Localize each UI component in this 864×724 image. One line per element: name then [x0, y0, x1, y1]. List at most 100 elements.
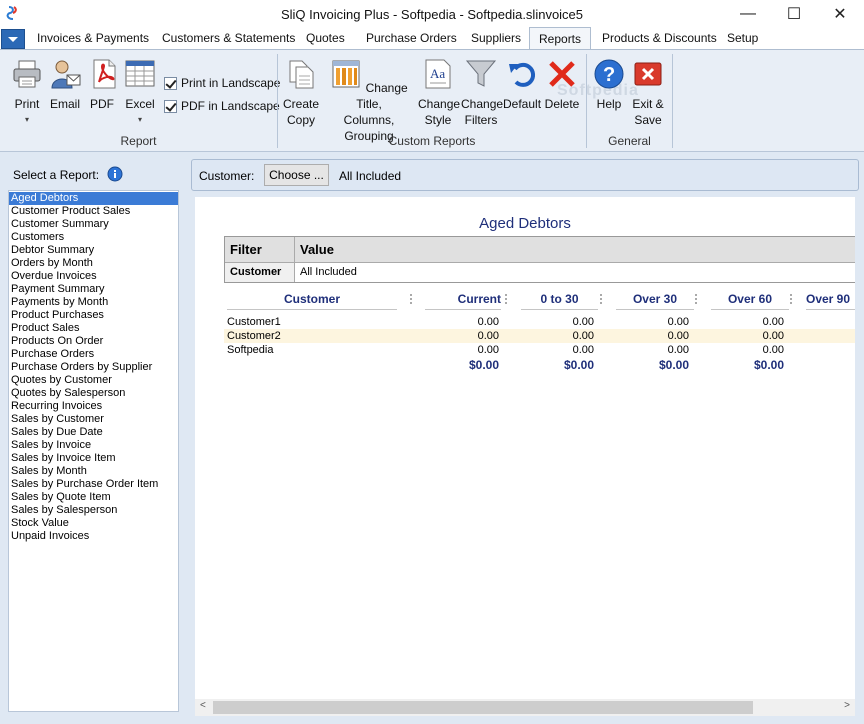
app-menu-button[interactable]	[1, 29, 25, 49]
tab-quotes[interactable]: Quotes	[306, 31, 345, 45]
scrollbar-thumb[interactable]	[213, 701, 753, 714]
help-button[interactable]: ? Help	[591, 58, 627, 112]
tab-customers-statements[interactable]: Customers & Statements	[162, 31, 295, 45]
group-divider	[672, 54, 673, 148]
change-style-button[interactable]: Aa Change Style	[418, 58, 460, 128]
report-list-item[interactable]: Debtor Summary	[9, 244, 178, 257]
pdf-landscape-checkbox[interactable]: PDF in Landscape	[164, 99, 280, 113]
report-list-item[interactable]: Unpaid Invoices	[9, 530, 178, 543]
report-preview: Aged Debtors Filter Value Customer All I…	[195, 197, 855, 699]
column-divider	[695, 294, 697, 304]
column-divider	[790, 294, 792, 304]
cell-customer: Softpedia	[227, 344, 274, 356]
tab-purchase-orders[interactable]: Purchase Orders	[366, 31, 457, 45]
customer-label: Customer:	[199, 169, 255, 183]
cell-over30: 0.00	[667, 330, 689, 342]
table-row: Customer2 0.00 0.00 0.00 0.00	[224, 329, 855, 343]
report-list-item[interactable]: Customers	[9, 231, 178, 244]
report-list-item[interactable]: Sales by Invoice Item	[9, 452, 178, 465]
horizontal-scrollbar[interactable]: < >	[195, 699, 855, 716]
default-button[interactable]: Default	[503, 58, 541, 112]
print-landscape-checkbox[interactable]: Print in Landscape	[164, 76, 280, 90]
filter-header: Filter	[225, 237, 295, 262]
print-button[interactable]: Print ▾	[10, 58, 44, 124]
ribbon: Softpedia Print ▾ Email PDF Excel ▾ Prin…	[0, 49, 864, 152]
report-list-item[interactable]: Customer Summary	[9, 218, 178, 231]
exit-save-button[interactable]: Exit & Save	[630, 58, 666, 128]
report-list-item[interactable]: Aged Debtors	[9, 192, 178, 205]
customer-filter-bar: Customer: Choose ... All Included	[191, 159, 859, 191]
filter-table-header: Filter Value	[225, 237, 855, 263]
report-list-item[interactable]: Product Purchases	[9, 309, 178, 322]
tab-products-discounts[interactable]: Products & Discounts	[602, 31, 717, 45]
column-divider	[410, 294, 412, 304]
customer-selection-value: All Included	[339, 169, 402, 183]
report-list-item[interactable]: Payments by Month	[9, 296, 178, 309]
report-list-item[interactable]: Product Sales	[9, 322, 178, 335]
report-list-item[interactable]: Sales by Purchase Order Item	[9, 478, 178, 491]
create-copy-button[interactable]: Create Copy	[283, 58, 319, 128]
tab-invoices-payments[interactable]: Invoices & Payments	[37, 31, 149, 45]
delete-label: Delete	[544, 97, 580, 111]
totals-row: $0.00 $0.00 $0.00 $0.00	[224, 358, 855, 372]
report-list-item[interactable]: Payment Summary	[9, 283, 178, 296]
scroll-right-icon[interactable]: >	[844, 700, 850, 711]
filter-name: Customer	[225, 263, 295, 282]
copy-document-icon	[289, 60, 314, 89]
report-list-item[interactable]: Overdue Invoices	[9, 270, 178, 283]
report-list-item[interactable]: Customer Product Sales	[9, 205, 178, 218]
pdf-landscape-label: PDF in Landscape	[181, 99, 280, 113]
column-header-current: Current	[425, 292, 501, 310]
change-filters-button[interactable]: Change Filters	[461, 58, 503, 128]
report-list-item[interactable]: Sales by Customer	[9, 413, 178, 426]
help-label: Help	[596, 97, 622, 111]
change-title-button[interactable]: Change Title, Columns, Grouping	[322, 58, 416, 144]
value-header: Value	[300, 242, 334, 257]
svg-text:Aa: Aa	[430, 66, 445, 81]
report-list-item[interactable]: Purchase Orders by Supplier	[9, 361, 178, 374]
scroll-left-icon[interactable]: <	[200, 700, 206, 711]
info-icon[interactable]	[107, 166, 123, 182]
select-report-label: Select a Report:	[13, 168, 100, 182]
table-row: Softpedia 0.00 0.00 0.00 0.00	[224, 343, 855, 357]
print-landscape-label: Print in Landscape	[181, 76, 281, 90]
svg-text:?: ?	[603, 64, 615, 86]
choose-customer-button[interactable]: Choose ...	[264, 164, 329, 186]
excel-label: Excel	[125, 97, 155, 111]
pdf-icon	[93, 59, 116, 89]
email-icon	[51, 60, 81, 89]
total-over-30: $0.00	[658, 358, 689, 372]
report-list-item[interactable]: Products On Order	[9, 335, 178, 348]
report-list[interactable]: Aged Debtors Customer Product Sales Custom…	[8, 190, 179, 712]
excel-button[interactable]: Excel ▾	[123, 58, 157, 124]
minimize-button[interactable]: —	[725, 0, 771, 28]
maximize-button[interactable]: ☐	[771, 0, 817, 28]
report-list-item[interactable]: Quotes by Customer	[9, 374, 178, 387]
report-list-item[interactable]: Sales by Due Date	[9, 426, 178, 439]
total-over-60: $0.00	[753, 358, 784, 372]
column-header-0-30: 0 to 30	[521, 292, 598, 310]
menu-bar: Invoices & Payments Customers & Statemen…	[0, 27, 864, 49]
report-list-item[interactable]: Recurring Invoices	[9, 400, 178, 413]
report-list-item[interactable]: Sales by Invoice	[9, 439, 178, 452]
default-label: Default	[503, 97, 542, 111]
report-list-item[interactable]: Quotes by Salesperson	[9, 387, 178, 400]
column-divider	[600, 294, 602, 304]
close-button[interactable]: ✕	[817, 0, 863, 28]
report-list-item[interactable]: Orders by Month	[9, 257, 178, 270]
pdf-button[interactable]: PDF	[88, 58, 116, 112]
email-button[interactable]: Email	[48, 58, 82, 112]
delete-button[interactable]: Delete	[544, 58, 580, 112]
tab-setup[interactable]: Setup	[727, 31, 758, 45]
report-list-item[interactable]: Sales by Month	[9, 465, 178, 478]
cell-d0_30: 0.00	[572, 330, 594, 342]
report-list-item[interactable]: Sales by Quote Item	[9, 491, 178, 504]
filter-value: All Included	[300, 266, 357, 278]
report-list-item[interactable]: Sales by Salesperson	[9, 504, 178, 517]
total-0-30: $0.00	[563, 358, 594, 372]
spreadsheet-icon	[125, 60, 155, 87]
report-list-item[interactable]: Purchase Orders	[9, 348, 178, 361]
tab-suppliers[interactable]: Suppliers	[471, 31, 521, 45]
report-list-item[interactable]: Stock Value	[9, 517, 178, 530]
tab-reports[interactable]: Reports	[529, 27, 592, 49]
